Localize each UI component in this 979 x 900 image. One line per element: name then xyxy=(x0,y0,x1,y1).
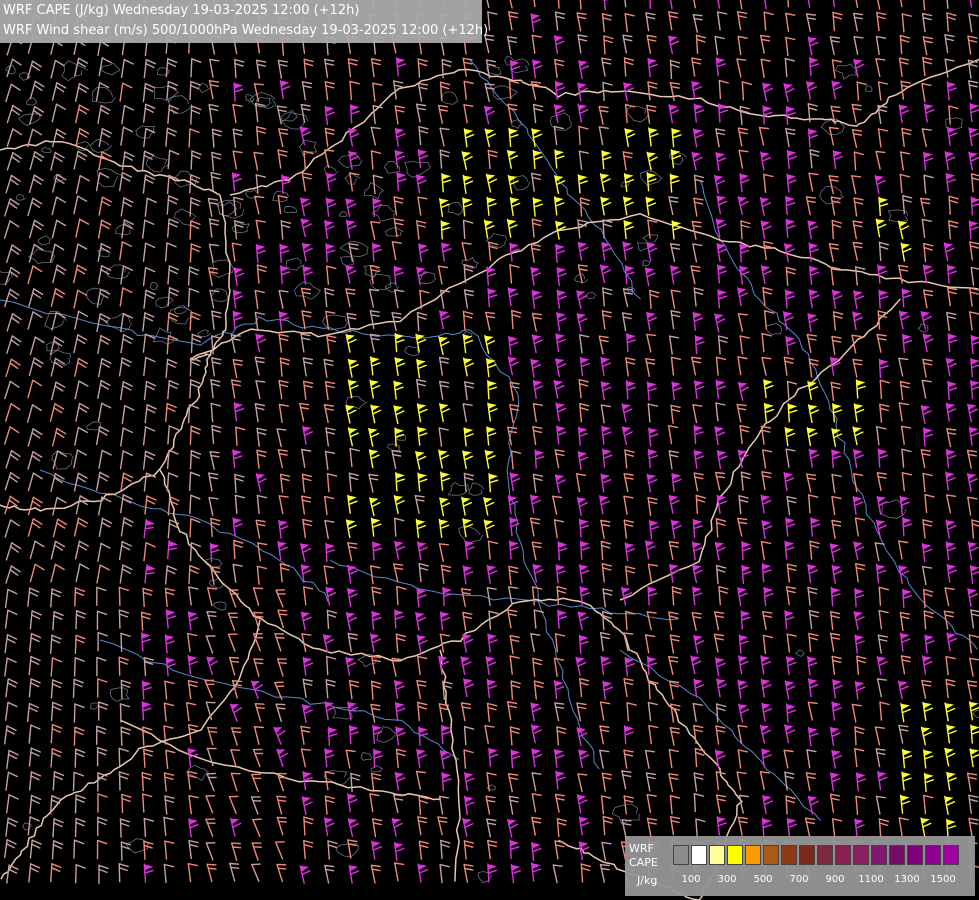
barb-feather xyxy=(737,313,748,316)
barb-staff xyxy=(189,542,193,562)
barb-staff xyxy=(189,197,192,217)
barb-feather xyxy=(438,543,449,546)
barb-staff xyxy=(234,473,237,494)
barb-staff xyxy=(948,195,951,215)
barb-staff xyxy=(741,81,745,101)
barb-staff xyxy=(579,197,583,217)
barb-feather xyxy=(207,614,217,617)
barb-staff xyxy=(188,128,191,148)
barb-feather xyxy=(806,473,817,476)
barb-feather xyxy=(393,563,404,566)
barb-staff xyxy=(120,632,123,653)
barb-feather xyxy=(278,613,288,616)
barb-staff xyxy=(740,220,743,240)
barb-feather xyxy=(623,632,634,635)
barb-staff xyxy=(73,657,76,677)
barb-feather xyxy=(646,333,657,337)
barb-feather xyxy=(830,105,841,109)
barb-feather xyxy=(278,662,288,664)
barb-feather xyxy=(875,150,886,154)
barb-staff xyxy=(441,58,444,79)
barb-staff xyxy=(118,586,121,607)
barb-feather xyxy=(714,471,726,475)
barb-staff xyxy=(140,611,144,631)
barb-feather xyxy=(206,587,218,590)
barb-feather xyxy=(484,83,495,86)
barb-feather xyxy=(485,311,496,315)
barb-feather xyxy=(345,288,356,291)
barb-feather xyxy=(253,611,264,614)
barb-staff xyxy=(602,611,605,631)
barb-staff xyxy=(603,35,606,55)
barb-staff xyxy=(118,656,121,676)
barb-feather xyxy=(370,126,381,130)
barb-feather xyxy=(391,312,402,315)
barb-feather xyxy=(254,662,264,665)
barb-staff xyxy=(189,450,193,470)
barb-feather xyxy=(252,587,264,590)
wind-shear-map xyxy=(0,0,979,900)
barb-staff xyxy=(187,266,191,286)
barb-staff xyxy=(189,174,192,194)
barb-staff xyxy=(74,634,77,655)
barb-staff xyxy=(233,539,236,560)
barb-staff xyxy=(188,471,192,491)
barb-feather xyxy=(692,13,703,17)
barb-staff xyxy=(326,655,329,676)
barb-feather xyxy=(253,83,264,86)
barb-staff xyxy=(189,80,192,101)
barb-feather xyxy=(230,660,240,663)
barb-feather xyxy=(276,428,287,431)
barb-feather xyxy=(324,149,335,152)
barb-staff xyxy=(695,494,698,515)
barb-staff xyxy=(189,518,192,538)
barb-feather xyxy=(255,380,266,383)
barb-staff xyxy=(74,587,77,607)
barb-staff xyxy=(190,105,193,125)
barb-staff xyxy=(190,150,193,170)
barb-feather xyxy=(852,241,863,245)
barb-staff xyxy=(187,404,191,424)
barb-feather xyxy=(668,656,679,659)
barb-staff xyxy=(189,379,192,399)
barb-feather xyxy=(758,126,770,130)
barb-feather xyxy=(737,517,748,521)
barb-staff xyxy=(189,243,193,263)
barb-staff xyxy=(189,494,192,514)
barb-feather xyxy=(300,287,312,291)
barb-staff xyxy=(75,610,78,630)
barb-staff xyxy=(187,287,191,308)
barb-staff xyxy=(189,425,192,445)
barb-staff xyxy=(669,59,673,80)
barb-staff xyxy=(831,219,834,240)
barb-staff xyxy=(190,333,194,353)
barb-staff xyxy=(118,609,121,629)
barb-feather xyxy=(254,615,264,618)
barb-staff xyxy=(189,220,192,240)
barb-feather xyxy=(622,288,633,291)
barb-feather xyxy=(598,105,609,109)
barb-staff xyxy=(188,565,191,585)
barb-feather xyxy=(391,657,402,661)
barb-staff xyxy=(189,357,192,377)
barb-staff xyxy=(190,58,193,78)
barb-feather xyxy=(253,658,264,661)
barb-feather xyxy=(278,128,289,131)
barb-feather xyxy=(209,451,220,454)
barb-feather xyxy=(206,611,217,613)
barb-feather xyxy=(228,656,240,659)
barb-staff xyxy=(189,311,192,331)
barb-staff xyxy=(695,34,699,54)
